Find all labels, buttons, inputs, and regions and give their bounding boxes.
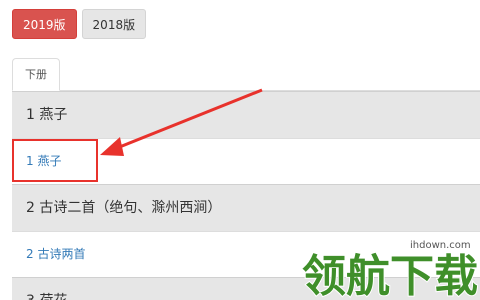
- svg-text:领航下载: 领航下载: [302, 251, 478, 300]
- watermark-logo-icon: 领航下载: [301, 250, 479, 300]
- tab-lower-volume[interactable]: 下册: [12, 58, 60, 91]
